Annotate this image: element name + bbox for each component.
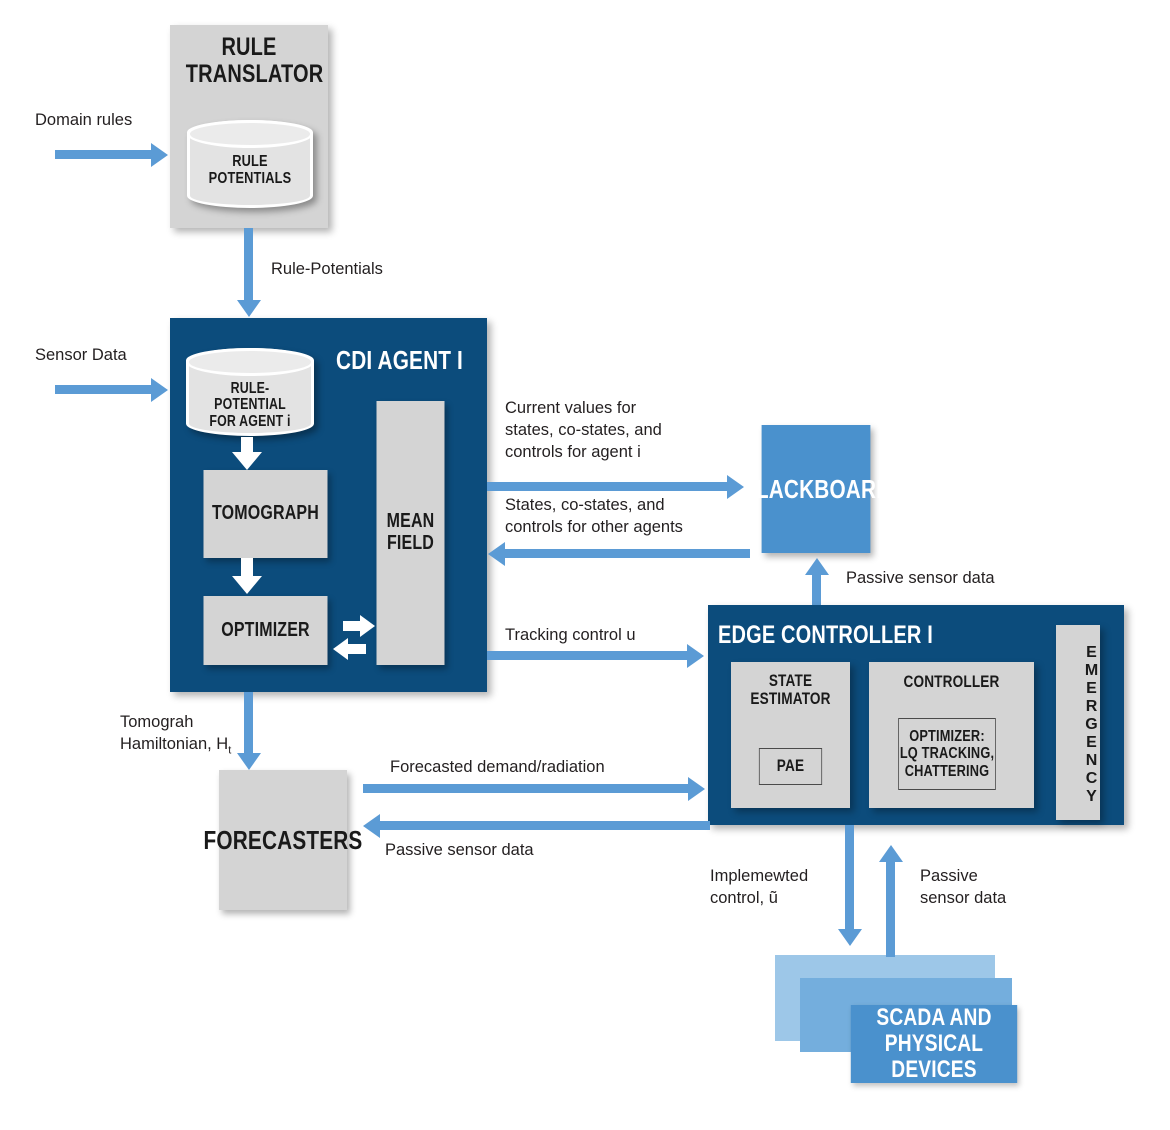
blackboard-to-cdi-head — [488, 541, 505, 566]
edge-to-forecasters-shaft — [380, 821, 710, 830]
passive-sensor-blackboard-label: Passive sensor data — [846, 569, 995, 587]
state-estimator-label: STATE ESTIMATOR — [750, 671, 831, 709]
rule-potentials-flow-label: Rule-Potentials — [271, 260, 383, 278]
controller-label: CONTROLLER — [903, 672, 1000, 691]
domain-rules-label: Domain rules — [35, 111, 133, 129]
tomograph-box: TOMOGRAPH — [203, 470, 328, 558]
forecasters-to-edge-head — [688, 776, 705, 801]
forecasters-to-edge-shaft — [363, 784, 688, 793]
rule-potentials-arrow-head — [236, 300, 261, 317]
tracking-control-head — [687, 643, 704, 668]
rule-potentials-cylinder: RULE POTENTIALS — [187, 120, 313, 208]
scada-to-edge-shaft — [886, 862, 895, 957]
forecasted-demand-label: Forecasted demand/radiation — [390, 758, 605, 776]
cylinder-top-ellipse — [187, 120, 313, 148]
controller-optimizer-box: OPTIMIZER: LQ TRACKING, CHATTERING — [898, 718, 996, 790]
implemented-control-label: Implemewted control, ũ — [710, 867, 809, 907]
rule-potentials-arrow-shaft — [244, 228, 253, 300]
tomograph-to-optimizer-shaft — [241, 558, 253, 578]
rule-potentials-label: RULE POTENTIALS — [208, 152, 292, 187]
optimizer-to-meanfield-head — [360, 615, 375, 637]
edge-to-blackboard-head — [804, 558, 829, 575]
meanfield-to-optimizer-shaft — [348, 644, 366, 654]
scada-front-layer: SCADA AND PHYSICAL DEVICES — [850, 1005, 1018, 1083]
cylinder-to-tomograph-head — [232, 452, 262, 470]
cdi-to-blackboard-shaft — [487, 482, 727, 491]
tomograph-hamiltonian-text: Tomograh Hamiltonian, H — [120, 713, 229, 753]
optimizer-to-meanfield-shaft — [343, 621, 361, 631]
states-other-agents-label: States, co-states, and controls for othe… — [505, 496, 683, 536]
edge-to-forecasters-head — [363, 813, 380, 838]
emergency-label: EMERGENCY — [1083, 643, 1100, 806]
current-values-label: Current values for states, co-states, an… — [505, 399, 662, 461]
domain-rules-arrow-shaft — [55, 150, 151, 159]
rule-potential-agent-cylinder: RULE-POTENTIAL FOR AGENT i — [186, 348, 314, 436]
tomograph-to-optimizer-head — [232, 576, 262, 594]
pae-box: PAE — [758, 748, 823, 785]
mean-field-box: MEAN FIELD — [376, 401, 445, 665]
domain-rules-arrow-head — [151, 142, 168, 167]
scada-to-edge-head — [878, 845, 903, 862]
architecture-diagram: RULE TRANSLATOR RULE POTENTIALS Domain r… — [0, 0, 1170, 1130]
tomograph-hamiltonian-label: Tomograh Hamiltonian, Ht — [120, 712, 300, 758]
meanfield-to-optimizer-head — [333, 638, 348, 660]
sensor-data-label: Sensor Data — [35, 346, 127, 364]
rule-potential-agent-label: RULE-POTENTIAL FOR AGENT i — [209, 379, 291, 430]
edge-to-blackboard-shaft — [812, 575, 821, 607]
forecasters-block: FORECASTERS — [204, 770, 362, 910]
blackboard-to-cdi-shaft — [505, 549, 750, 558]
blackboard-block: BLACKBOARD — [741, 425, 891, 553]
edge-to-scada-head — [837, 929, 862, 946]
optimizer-box: OPTIMIZER — [203, 596, 328, 665]
passive-sensor-scada-label: Passive sensor data — [920, 867, 1007, 907]
cylinder-top-ellipse-agent — [186, 348, 314, 376]
cdi-agent-title: CDI AGENT I — [336, 345, 463, 375]
rule-translator-title: RULE TRANSLATOR — [185, 33, 324, 88]
passive-sensor-forecasters-label: Passive sensor data — [385, 841, 534, 859]
sensor-data-arrow-head — [151, 377, 168, 402]
edge-controller-title: EDGE CONTROLLER I — [718, 621, 933, 649]
sensor-data-arrow-shaft — [55, 385, 151, 394]
tracking-control-shaft — [487, 651, 687, 660]
tomograph-hamiltonian-subscript: t — [228, 744, 232, 757]
